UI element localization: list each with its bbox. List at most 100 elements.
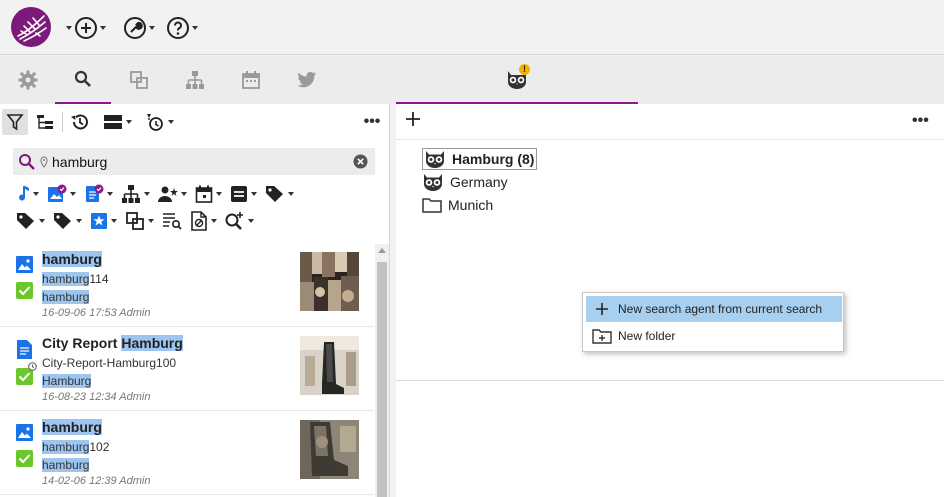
divider — [62, 112, 63, 132]
result-thumbnail[interactable] — [300, 252, 359, 311]
calendar-icon — [195, 185, 213, 203]
more-options-button[interactable]: ••• — [912, 112, 929, 130]
results-list: hamburg hamburg114 hamburg 16-09-06 17:5… — [0, 244, 374, 497]
scroll-up-icon[interactable] — [378, 248, 386, 253]
tag-filter-button[interactable] — [265, 185, 294, 203]
hierarchy-icon — [185, 70, 205, 90]
tab-collections[interactable] — [111, 56, 167, 104]
tree-item-munich[interactable]: Munich — [422, 194, 493, 216]
chevron-down-icon — [39, 219, 45, 223]
collection-filter-button[interactable] — [125, 211, 154, 231]
result-title[interactable]: hamburg — [42, 419, 102, 435]
chevron-down-icon — [70, 192, 76, 196]
filter-button[interactable] — [2, 109, 28, 135]
tab-twitter[interactable] — [279, 56, 335, 104]
chevron-down-icon — [149, 26, 155, 30]
results-scrollbar[interactable] — [375, 244, 389, 497]
tree-item-germany[interactable]: Germany — [422, 171, 508, 193]
chevron-down-icon — [248, 219, 254, 223]
gear-icon — [18, 70, 38, 90]
search-input[interactable]: hamburg — [52, 154, 107, 170]
menu-item-new-search-agent[interactable]: New search agent from current search — [586, 296, 842, 322]
app-logo[interactable] — [10, 6, 52, 48]
tree-item-label: Germany — [450, 174, 508, 190]
chevron-down-icon — [125, 120, 132, 124]
fulltext-filter-button[interactable] — [162, 211, 182, 231]
result-title[interactable]: hamburg — [42, 251, 102, 267]
file-filter-button[interactable] — [190, 211, 217, 231]
chevron-down-icon — [251, 192, 257, 196]
more-options-button[interactable]: ••• — [360, 109, 384, 135]
result-filename: hamburg114 — [42, 272, 109, 286]
title-prefix: City Report — [42, 335, 122, 351]
twitter-icon — [297, 71, 317, 89]
result-card[interactable]: City Report Hamburg City-Report-Hamburg1… — [0, 328, 374, 411]
collection-icon — [125, 211, 145, 231]
image-checked-icon — [47, 184, 67, 204]
filename-rest: 102 — [89, 440, 110, 454]
tag-icon — [53, 212, 73, 230]
menu-item-label: New folder — [618, 329, 676, 343]
filename-highlight: hamburg — [42, 440, 90, 454]
tree-view-button[interactable] — [34, 109, 56, 135]
music-note-icon — [16, 185, 30, 203]
alert-badge: ! — [519, 64, 530, 75]
result-title[interactable]: City Report Hamburg — [42, 335, 183, 351]
search-panel: ••• hamburg hamburg hamburg114 hamburg 1… — [0, 104, 390, 497]
tab-calendar[interactable] — [223, 56, 279, 104]
checked-icon[interactable] — [16, 450, 33, 467]
format-filter-button[interactable] — [230, 185, 257, 203]
chevron-down-icon — [66, 26, 72, 30]
user-filter-button[interactable] — [158, 185, 187, 203]
document-filter-button[interactable] — [84, 184, 113, 204]
image-icon — [16, 256, 33, 273]
filter-icon — [6, 113, 24, 131]
chevron-down-icon — [181, 192, 187, 196]
checked-icon[interactable] — [16, 282, 33, 299]
result-card[interactable]: hamburg hamburg102 hamburg 14-02-06 12:3… — [0, 412, 374, 495]
tools-menu-button[interactable] — [123, 15, 155, 41]
tree-item-hamburg[interactable]: Hamburg (8) — [422, 148, 538, 170]
audio-filter-button[interactable] — [16, 185, 39, 203]
result-tag: Hamburg — [42, 374, 92, 388]
help-icon — [166, 16, 190, 40]
tab-hierarchy[interactable] — [167, 56, 223, 104]
title-highlight: Hamburg — [121, 335, 183, 351]
result-tag: hamburg — [42, 458, 90, 472]
result-meta: 16-08-23 12:34 Admin — [42, 391, 151, 403]
tag-highlight: Hamburg — [42, 374, 92, 388]
rating-filter-button[interactable] — [90, 212, 117, 230]
result-thumbnail[interactable] — [300, 420, 359, 479]
collection-icon — [129, 70, 149, 90]
tag-filter-2-button[interactable] — [16, 212, 45, 230]
tab-settings[interactable] — [0, 56, 56, 104]
tag-highlight: hamburg — [42, 458, 90, 472]
wrench-icon — [123, 16, 147, 40]
sort-button[interactable] — [140, 109, 178, 135]
result-thumbnail[interactable] — [300, 336, 359, 395]
tag-filter-3-button[interactable] — [53, 212, 82, 230]
result-meta: 16-09-06 17:53 Admin — [42, 307, 151, 319]
hierarchy-filter-button[interactable] — [121, 184, 150, 204]
folder-plus-icon — [586, 328, 618, 344]
chevron-down-icon — [76, 219, 82, 223]
menu-item-new-folder[interactable]: New folder — [586, 323, 842, 349]
search-plus-button[interactable] — [225, 211, 254, 231]
image-filter-button[interactable] — [47, 184, 76, 204]
search-field[interactable]: hamburg — [13, 148, 375, 175]
view-mode-button[interactable] — [98, 109, 136, 135]
more-icon: ••• — [363, 113, 381, 130]
hierarchy-icon — [121, 184, 141, 204]
menu-item-label: New search agent from current search — [618, 302, 823, 316]
add-button[interactable] — [404, 110, 426, 134]
help-menu-button[interactable] — [166, 15, 198, 41]
tab-search-agents[interactable]: ! — [396, 56, 638, 104]
search-icon — [74, 70, 92, 88]
add-menu-button[interactable] — [66, 15, 106, 41]
scrollbar-thumb[interactable] — [377, 262, 387, 497]
tab-search[interactable] — [55, 56, 111, 104]
result-card[interactable]: hamburg hamburg114 hamburg 16-09-06 17:5… — [0, 244, 374, 327]
clear-search-icon[interactable] — [353, 154, 368, 169]
history-button[interactable] — [68, 109, 92, 135]
date-filter-button[interactable] — [195, 185, 222, 203]
